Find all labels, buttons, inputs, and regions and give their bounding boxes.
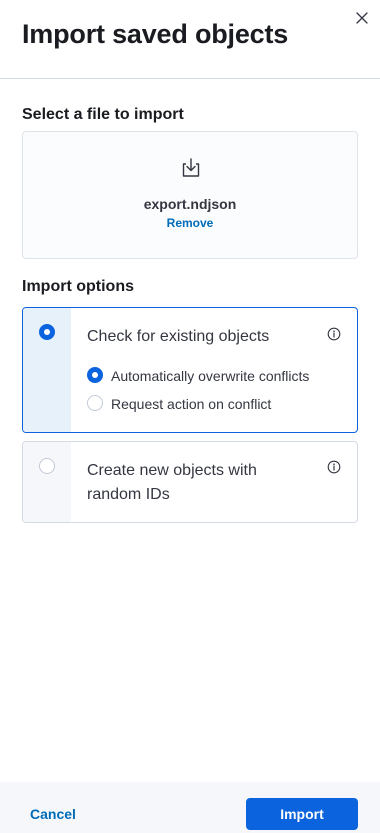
close-icon: [356, 12, 368, 24]
option-create-new-label-line2: random IDs: [87, 486, 170, 503]
selected-file-name: export.ndjson: [143, 196, 237, 212]
option-radio-area: [23, 442, 71, 522]
import-icon: [182, 158, 200, 177]
overwrite-conflicts-label: Automatically overwrite conflicts: [111, 368, 310, 384]
flyout-title: Import saved objects: [22, 19, 289, 49]
radio-request-action[interactable]: [87, 395, 103, 411]
flyout-footer: Cancel Import: [0, 782, 380, 833]
remove-file-link[interactable]: Remove: [23, 216, 357, 230]
info-icon[interactable]: [327, 327, 341, 341]
radio-create-new[interactable]: [39, 458, 55, 474]
import-flyout: Import saved objects Select a file to im…: [0, 0, 380, 833]
import-button[interactable]: Import: [246, 798, 358, 830]
flyout-header: Import saved objects: [0, 0, 380, 79]
close-button[interactable]: [352, 8, 372, 28]
request-action-label: Request action on conflict: [111, 396, 272, 412]
option-check-existing-label: Check for existing objects: [87, 328, 270, 345]
radio-overwrite-conflicts[interactable]: [87, 367, 103, 383]
option-check-existing[interactable]: Check for existing objects Automatically…: [22, 307, 358, 433]
file-section-title: Select a file to import: [22, 106, 184, 123]
radio-check-existing[interactable]: [39, 324, 55, 340]
info-icon[interactable]: [327, 460, 341, 474]
option-radio-area: [23, 308, 71, 432]
option-create-new[interactable]: Create new objects with random IDs: [22, 441, 358, 523]
cancel-button[interactable]: Cancel: [30, 806, 76, 822]
file-picker[interactable]: export.ndjson Remove: [22, 131, 358, 259]
option-create-new-label-line1: Create new objects with: [87, 462, 257, 479]
import-options-title: Import options: [22, 278, 134, 295]
